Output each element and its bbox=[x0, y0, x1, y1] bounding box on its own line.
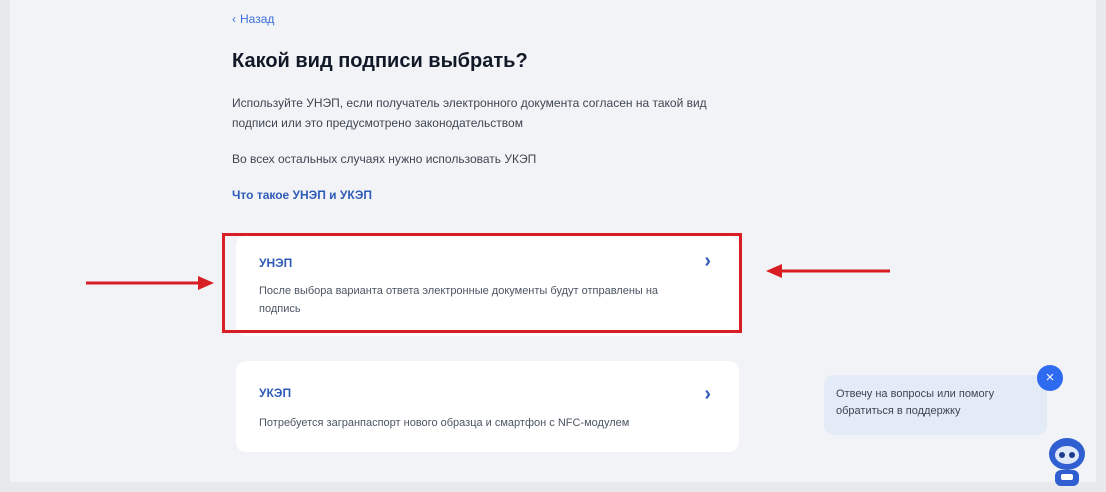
option-description: Потребуется загранпаспорт нового образца… bbox=[259, 417, 630, 429]
page-description-2: Во всех остальных случаях нужно использо… bbox=[232, 152, 537, 166]
chevron-right-icon: › bbox=[704, 383, 711, 405]
option-card-ukep[interactable]: УКЭП Потребуется загранпаспорт нового об… bbox=[236, 361, 739, 452]
robot-assistant-icon[interactable] bbox=[1042, 434, 1092, 486]
frame-bottom bbox=[0, 482, 1106, 492]
back-link[interactable]: ‹ Назад bbox=[232, 12, 274, 26]
frame-left bbox=[0, 0, 10, 492]
arrow-right-icon bbox=[86, 276, 214, 290]
back-label: Назад bbox=[240, 12, 275, 26]
option-description: После выбора варианта ответа электронные… bbox=[259, 285, 659, 315]
frame-right bbox=[1096, 0, 1106, 492]
chevron-right-icon: › bbox=[704, 250, 711, 272]
page-title: Какой вид подписи выбрать? bbox=[232, 50, 528, 72]
what-is-link[interactable]: Что такое УНЭП и УКЭП bbox=[232, 188, 372, 202]
close-icon[interactable]: × bbox=[1037, 365, 1063, 391]
option-card-unep[interactable]: УНЭП После выбора варианта ответа электр… bbox=[236, 236, 739, 336]
option-title: УНЭП bbox=[259, 256, 293, 270]
chat-text: Отвечу на вопросы или помогу обратиться … bbox=[836, 388, 995, 417]
option-title: УКЭП bbox=[259, 386, 292, 400]
page-description: Используйте УНЭП, если получатель электр… bbox=[232, 96, 707, 130]
chevron-left-icon: ‹ bbox=[232, 12, 236, 26]
arrow-left-icon bbox=[766, 264, 890, 278]
chat-bubble[interactable]: Отвечу на вопросы или помогу обратиться … bbox=[824, 375, 1047, 435]
